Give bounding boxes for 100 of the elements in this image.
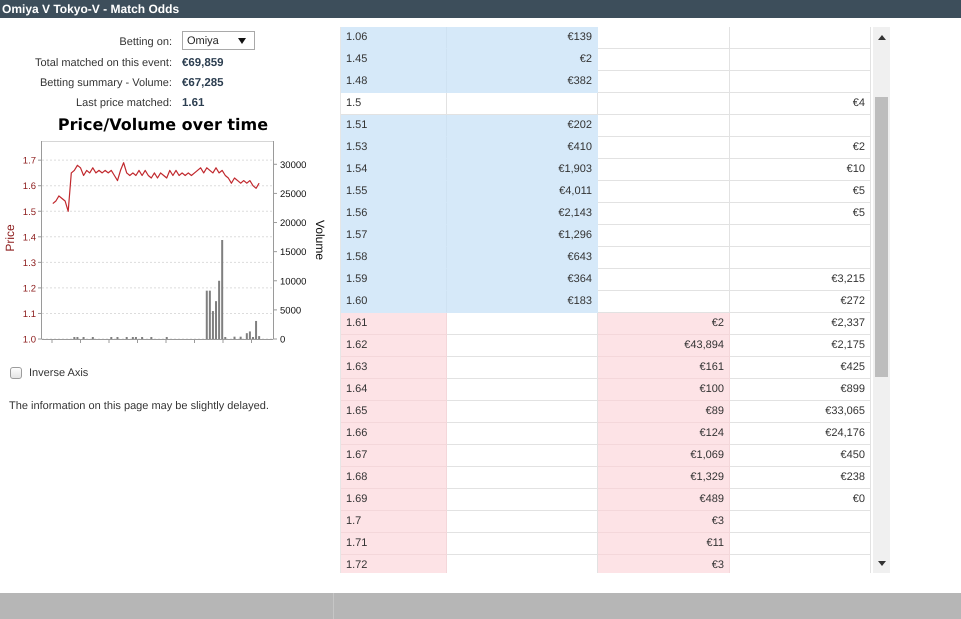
volume-tick-label: 10000: [280, 276, 306, 288]
table-cell: €1,903: [447, 159, 598, 181]
stat-label: Total matched on this event:: [34, 56, 172, 71]
checkbox-label: Inverse Axis: [29, 366, 88, 381]
table-cell: €450: [730, 445, 871, 467]
table-cell: 1.68: [341, 467, 447, 489]
table-cell: €183: [447, 291, 598, 313]
table-cell: €489: [598, 489, 730, 511]
table-cell: €410: [447, 137, 598, 159]
table-cell: €24,176: [730, 423, 871, 445]
table-cell: 1.72: [341, 555, 447, 573]
bar: [255, 320, 258, 339]
table-cell: 1.63: [341, 357, 447, 379]
table-cell: €10: [730, 159, 871, 181]
volume-tick-label: 0: [280, 334, 286, 346]
table-cell: €89: [598, 401, 730, 423]
table-cell: 1.7: [341, 511, 447, 533]
bar: [221, 240, 224, 339]
table-cell: 1.56: [341, 203, 447, 225]
table-cell: €2: [730, 137, 871, 159]
table-cell: €11: [598, 533, 730, 555]
table-cell: €382: [447, 71, 598, 93]
table-cell: €272: [730, 291, 871, 313]
table-cell: 1.59: [341, 269, 447, 291]
table-cell: €124: [598, 423, 730, 445]
stat-value: €67,285: [182, 76, 225, 91]
volume-tick-label: 25000: [280, 188, 306, 200]
table-cell: €5: [730, 181, 871, 203]
table-cell: 1.65: [341, 401, 447, 423]
price-tick-label: 1.3: [22, 258, 36, 269]
scrollbar-thumb[interactable]: [875, 97, 888, 377]
table-cell: €2,175: [730, 335, 871, 357]
bar: [246, 333, 248, 339]
price-tick-label: 1.1: [22, 308, 36, 320]
stat-value: €69,859: [182, 56, 225, 71]
bar: [206, 290, 208, 339]
price-tick-label: 1.4: [22, 232, 36, 244]
table-cell: 1.64: [341, 379, 447, 401]
table-cell: €100: [598, 379, 730, 401]
price-tick-label: 1.2: [22, 283, 36, 294]
volume-axis-title: Volume: [313, 220, 327, 260]
table-cell: €643: [447, 247, 598, 269]
price-axis-title: Price: [3, 224, 17, 252]
table-cell: 1.60: [341, 291, 447, 313]
bar: [208, 290, 211, 339]
table-cell: 1.55: [341, 181, 447, 203]
volume-tick-label: 30000: [280, 160, 306, 171]
table-cell: €899: [730, 379, 871, 401]
table-cell: 1.45: [341, 49, 447, 71]
table-cell: €2,337: [730, 313, 871, 335]
scroll-down-arrow-icon[interactable]: [878, 561, 886, 566]
table-cell: 1.51: [341, 115, 447, 137]
table-cell: €1,069: [598, 445, 730, 467]
table-cell: 1.62: [341, 335, 447, 357]
table-cell: €139: [447, 27, 598, 49]
table-cell: €33,065: [730, 401, 871, 423]
table-cell: €3,215: [730, 269, 871, 291]
table-cell: €43,894: [598, 335, 730, 357]
table-cell: €3: [598, 511, 730, 533]
window-title: Omiya V Tokyo-V - Match Odds: [2, 1, 180, 17]
table-cell: €0: [730, 489, 871, 511]
price-tick-label: 1.0: [22, 334, 36, 346]
table-cell: €5: [730, 203, 871, 225]
table-cell: 1.48: [341, 71, 447, 93]
table-cell: 1.53: [341, 137, 447, 159]
bar: [248, 331, 251, 339]
table-cell: 1.57: [341, 225, 447, 247]
table-cell: 1.61: [341, 313, 447, 335]
table-cell: €1,296: [447, 225, 598, 247]
team-dropdown[interactable]: Omiya: [182, 31, 255, 50]
table-cell: 1.66: [341, 423, 447, 445]
table-cell: €364: [447, 269, 598, 291]
table-cell: €4,011: [447, 181, 598, 203]
volume-tick-label: 15000: [280, 247, 306, 258]
table-cell: 1.06: [341, 27, 447, 49]
table-cell: €202: [447, 115, 598, 137]
caret-icon: [238, 38, 246, 44]
checkbox[interactable]: [10, 367, 22, 379]
table-cell: €2,143: [447, 203, 598, 225]
volume-tick-label: 20000: [280, 218, 306, 230]
stat-label: Last price matched:: [75, 96, 172, 111]
stat-value: 1.61: [182, 96, 206, 111]
betting-on-label: Betting on:: [118, 35, 172, 50]
delay-notice: The information on this page may be slightly delayed.: [9, 399, 270, 413]
table-cell: €4: [730, 93, 871, 115]
table-cell: €1,329: [598, 467, 730, 489]
table-cell: €2: [598, 313, 730, 335]
table-cell: €161: [598, 357, 730, 379]
table-cell: €425: [730, 357, 871, 379]
table-cell: €3: [598, 555, 730, 573]
scrollbar[interactable]: [873, 27, 890, 573]
price-tick-label: 1.7: [22, 156, 36, 167]
table-cell: 1.67: [341, 445, 447, 467]
table-cell: €238: [730, 467, 871, 489]
price-tick-label: 1.6: [22, 181, 36, 192]
volume-tick-label: 5000: [280, 305, 302, 316]
scroll-up-arrow-icon[interactable]: [878, 35, 886, 40]
table-cell: 1.54: [341, 159, 447, 181]
stat-label: Betting summary - Volume:: [38, 76, 172, 91]
price-tick-label: 1.5: [22, 206, 36, 218]
